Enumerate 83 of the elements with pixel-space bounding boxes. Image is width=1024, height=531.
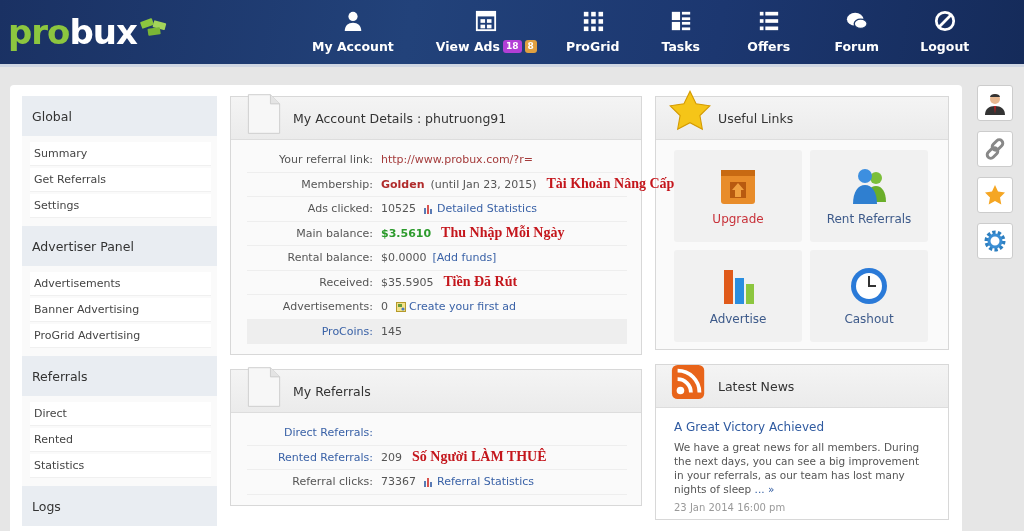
field-label: Ads clicked: [306,202,373,216]
field-label: Membership: [300,177,373,191]
field-value: 209 [381,450,402,464]
person-icon [983,91,1007,115]
field-label-link[interactable]: Direct Referrals: [247,426,373,440]
settings-button[interactable] [977,223,1013,259]
sidebar-item[interactable]: ProGrid Advertising [30,324,211,348]
field-label: Received: [318,275,373,289]
field-label: Main balance: [295,226,373,240]
sidebar-item[interactable]: Summary [30,142,211,166]
sidebar-heading: Referrals [22,356,217,396]
annotation: Tiền Đã Rút [443,274,518,291]
field-label-link[interactable]: Rented Referrals: [247,450,373,464]
annotation: Thu Nhập Mỗi Ngày [441,225,565,242]
field-label-link[interactable]: ProCoins: [247,324,373,338]
count-badge: 18 [503,40,522,53]
settings-icon [983,229,1007,253]
nav-item[interactable]: ProGrid [548,10,637,54]
nav-item[interactable]: Tasks [636,10,725,54]
field-label: Advertisements: [281,300,373,314]
tasks-icon [669,10,692,32]
panel-title: Useful Links [718,110,794,126]
link-tile[interactable]: Advertise [674,250,802,342]
add-funds-link[interactable]: [Add funds] [432,251,497,265]
bar-chart-icon [424,203,434,214]
profile-button[interactable] [977,85,1013,121]
sidebar-item[interactable]: Direct [30,402,211,426]
membership-level: Golden [381,177,425,191]
sidebar-heading: Global [22,96,217,136]
sidebar-item[interactable]: Settings [30,194,211,218]
field-value: 10525 [381,202,416,216]
link-tile[interactable]: Cashout [810,250,928,342]
logo[interactable]: probux [8,12,298,52]
balance-value: $3.5610 [381,226,432,240]
chat-icon [845,10,868,32]
field-value: 145 [381,324,402,338]
annotation: Số Người LÀM THUÊ [412,449,547,466]
statistics-link[interactable]: Detailed Statistics [437,202,537,216]
list-icon [757,10,780,32]
sidebar-item[interactable]: Advertisements [30,272,211,296]
news-date: 23 Jan 2014 16:00 pm [674,502,787,513]
count-badge: 8 [524,40,537,53]
panel-title: My Account Details : phutruong91 [293,110,507,126]
nav-item[interactable]: Forum [812,10,901,54]
logout-icon [933,10,956,32]
field-value: $0.0000 [381,251,427,265]
star-icon [983,183,1007,207]
field-label: Your referral link: [278,153,373,167]
create-ad-link[interactable]: Create your first ad [409,300,516,314]
news-text: We have a great news for all members. During the next days, you can see a big improvement in your referrals, as our team has lost many nights of sleep ... » [674,440,921,496]
bar-chart-icon [424,476,434,487]
referral-url: http://www.probux.com/?r= [381,153,533,167]
annotation: Tài Khoản Nâng Cấp [546,176,675,193]
link-button[interactable] [977,131,1013,167]
sidebar-item[interactable]: Get Referrals [30,168,211,192]
statistics-link[interactable]: Referral Statistics [437,475,534,489]
field-value: $35.5905 [381,275,434,289]
sidebar-item[interactable]: Statistics [30,454,211,478]
field-value: 73367 [381,475,416,489]
read-more-link[interactable]: ... » [754,483,775,495]
nav-item[interactable]: View Ads 18 8 [423,10,549,54]
panel-title: Latest News [718,378,795,394]
link-tile[interactable]: Rent Referrals [810,150,928,242]
field-value: (until Jan 23, 2015) [430,177,537,191]
field-label: Rental balance: [286,251,373,265]
field-value: 0 [381,300,388,314]
star-icon [668,89,712,133]
field-label: Referral clicks: [291,475,373,489]
sidebar-item[interactable]: Rented [30,428,211,452]
sidebar-item[interactable]: Banner Advertising [30,298,211,322]
link-icon [983,137,1007,161]
dots-icon [581,10,604,32]
ad-icon [396,301,406,312]
clock-icon [849,266,889,306]
nav-item[interactable]: My Account [300,10,406,54]
news-headline[interactable]: A Great Victory Achieved [674,420,934,434]
panel-title: My Referrals [293,383,371,399]
link-tile[interactable]: Upgrade [674,150,802,242]
nav-item[interactable]: Offers [724,10,813,54]
grid-icon [475,10,498,32]
sidebar-heading: Logs [22,486,217,526]
nav-item[interactable]: Logout [900,10,989,54]
sidebar-heading: Advertiser Panel [22,226,217,266]
